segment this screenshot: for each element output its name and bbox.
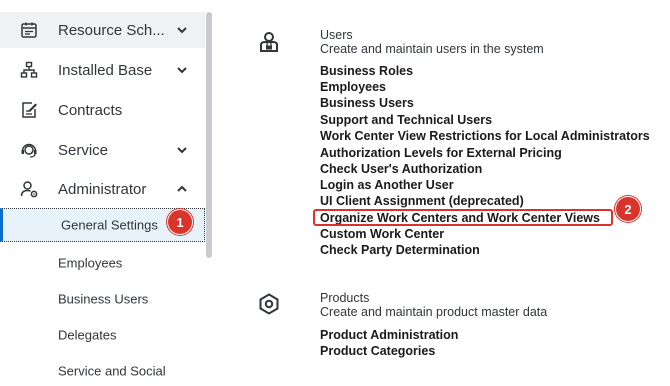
sidebar-item-administrator[interactable]: Administrator: [0, 171, 205, 207]
sidebar-subitem-employees[interactable]: Employees: [0, 248, 205, 278]
link-business-users[interactable]: Business Users: [320, 96, 414, 110]
link-ui-client-assignment[interactable]: UI Client Assignment (deprecated): [320, 194, 524, 208]
hierarchy-icon: [20, 61, 38, 78]
link-check-user-authorization[interactable]: Check User's Authorization: [320, 162, 482, 176]
sidebar-item-service[interactable]: Service: [0, 132, 205, 168]
link-custom-work-center[interactable]: Custom Work Center: [320, 227, 444, 241]
chevron-down-icon[interactable]: [176, 144, 188, 156]
sidebar-subitem-delegates[interactable]: Delegates: [0, 320, 205, 350]
link-product-administration[interactable]: Product Administration: [320, 328, 458, 342]
sidebar-item-contracts[interactable]: Contracts: [0, 92, 205, 128]
calendar-icon: [21, 22, 37, 38]
sidebar-item-label: Administrator: [58, 180, 147, 198]
sidebar: Resource Sch... Installed Base Contracts: [0, 0, 214, 379]
sidebar-subitem-label: Delegates: [58, 327, 117, 343]
link-check-party-determination[interactable]: Check Party Determination: [320, 243, 480, 257]
sidebar-scrollbar[interactable]: [206, 12, 212, 258]
link-business-roles[interactable]: Business Roles: [320, 64, 413, 78]
chevron-down-icon[interactable]: [176, 64, 188, 76]
sidebar-subitem-business-users[interactable]: Business Users: [0, 284, 205, 314]
link-work-center-view-restrictions[interactable]: Work Center View Restrictions for Local …: [320, 129, 650, 143]
products-group-description: Create and maintain product master data: [320, 305, 548, 319]
sidebar-subitem-label: Service and Social: [58, 363, 166, 379]
annotation-highlight-box: [313, 209, 613, 226]
link-login-as-another-user[interactable]: Login as Another User: [320, 178, 454, 192]
user-settings-icon: [20, 181, 38, 198]
sidebar-item-installed-base[interactable]: Installed Base: [0, 52, 205, 88]
sidebar-item-resource-scheduling[interactable]: Resource Sch...: [0, 12, 205, 48]
annotation-badge-1: 1: [168, 210, 192, 234]
sidebar-item-label: Service: [58, 141, 109, 159]
product-icon: [259, 293, 279, 315]
sidebar-item-label: Resource Sch...: [58, 21, 165, 39]
users-group-title: Users: [320, 28, 353, 42]
products-group-title: Products: [320, 291, 370, 305]
annotation-badge-2: 2: [616, 197, 640, 221]
link-employees[interactable]: Employees: [320, 80, 386, 94]
headset-icon: [21, 143, 37, 158]
sidebar-item-label: Installed Base: [58, 61, 153, 79]
sidebar-subitem-service-and-social[interactable]: Service and Social: [0, 356, 205, 386]
chevron-down-icon[interactable]: [176, 24, 188, 36]
link-authorization-levels-external-pricing[interactable]: Authorization Levels for External Pricin…: [320, 146, 562, 160]
chevron-up-icon[interactable]: [176, 183, 188, 195]
users-group-description: Create and maintain users in the system: [320, 42, 544, 56]
link-product-categories[interactable]: Product Categories: [320, 344, 435, 358]
link-support-technical-users[interactable]: Support and Technical Users: [320, 113, 492, 127]
sidebar-subitem-label: General Settings: [61, 217, 158, 233]
sidebar-subitem-label: Business Users: [58, 291, 149, 307]
sidebar-subitem-label: Employees: [58, 255, 123, 271]
edit-document-icon: [22, 102, 37, 118]
sidebar-item-label: Contracts: [58, 101, 123, 119]
user-lock-icon: [260, 32, 278, 52]
